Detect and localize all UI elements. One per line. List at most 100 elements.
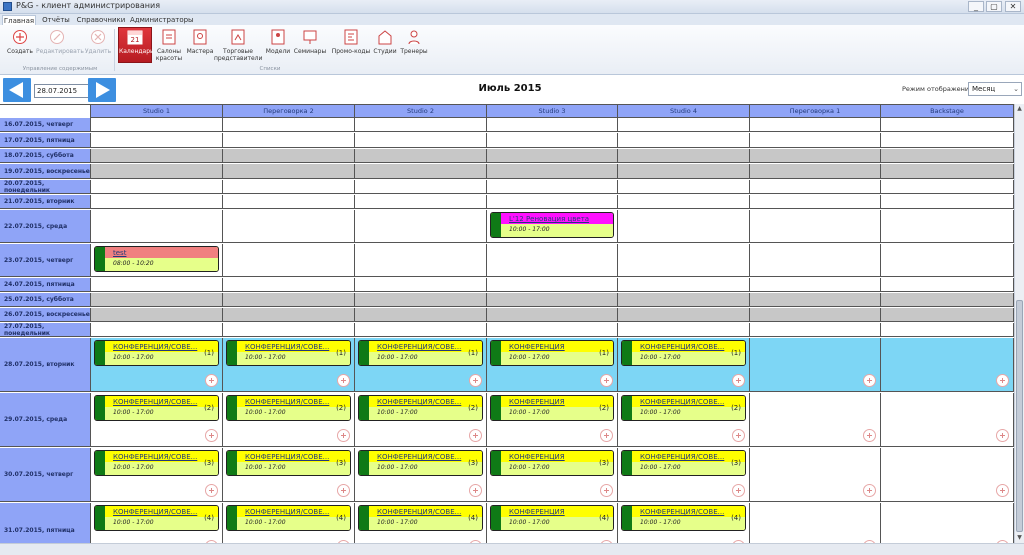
- event-title[interactable]: КОНФЕРЕНЦИЯ/СОВЕ...: [377, 508, 461, 516]
- event-card[interactable]: КОНФЕРЕНЦИЯ/СОВЕ... 10:00 - 17:00 (2): [621, 395, 746, 421]
- maximize-button[interactable]: ▢: [986, 1, 1002, 12]
- event-title[interactable]: test: [113, 249, 126, 257]
- event-title[interactable]: КОНФЕРЕНЦИЯ/СОВЕ...: [245, 453, 329, 461]
- minimize-button[interactable]: _: [968, 1, 984, 12]
- calendar-cell[interactable]: [487, 278, 618, 291]
- event-card[interactable]: КОНФЕРЕНЦИЯ/СОВЕ... 10:00 - 17:00 (3): [621, 450, 746, 476]
- calendar-cell[interactable]: [750, 293, 881, 306]
- tab-references[interactable]: Справочники: [76, 15, 126, 25]
- calendar-cell[interactable]: [355, 164, 487, 178]
- promo-codes-button[interactable]: Промо-коды: [330, 28, 372, 64]
- create-button[interactable]: Создать: [2, 28, 38, 64]
- calendar-cell[interactable]: [881, 149, 1014, 162]
- event-title[interactable]: КОНФЕРЕНЦИЯ/СОВЕ...: [245, 343, 329, 351]
- event-title[interactable]: КОНФЕРЕНЦИЯ: [509, 343, 565, 351]
- add-event-icon[interactable]: [469, 374, 482, 387]
- calendar-cell[interactable]: [91, 210, 223, 242]
- event-title[interactable]: КОНФЕРЕНЦИЯ/СОВЕ...: [113, 343, 197, 351]
- calendar-cell[interactable]: [750, 278, 881, 291]
- delete-button[interactable]: Удалить: [80, 28, 116, 64]
- calendar-cell[interactable]: [750, 133, 881, 147]
- calendar-cell[interactable]: [618, 180, 750, 193]
- event-title[interactable]: КОНФЕРЕНЦИЯ/СОВЕ...: [113, 453, 197, 461]
- event-title[interactable]: КОНФЕРЕНЦИЯ/СОВЕ...: [245, 508, 329, 516]
- scroll-up-icon[interactable]: ▲: [1016, 105, 1023, 113]
- calendar-cell[interactable]: [618, 133, 750, 147]
- event-card[interactable]: КОНФЕРЕНЦИЯ/СОВЕ... 10:00 - 17:00 (4): [94, 505, 219, 531]
- event-card[interactable]: КОНФЕРЕНЦИЯ 10:00 - 17:00 (3): [490, 450, 614, 476]
- event-title[interactable]: КОНФЕРЕНЦИЯ/СОВЕ...: [113, 398, 197, 406]
- calendar-cell[interactable]: [750, 164, 881, 178]
- salons-button[interactable]: Салоны красоты: [154, 28, 184, 64]
- calendar-cell[interactable]: [91, 308, 223, 321]
- calendar-cell[interactable]: [750, 195, 881, 208]
- event-card[interactable]: КОНФЕРЕНЦИЯ/СОВЕ... 10:00 - 17:00 (1): [94, 340, 219, 366]
- add-event-icon[interactable]: [205, 484, 218, 497]
- calendar-cell[interactable]: [618, 278, 750, 291]
- calendar-cell[interactable]: [355, 180, 487, 193]
- calendar-cell[interactable]: [881, 393, 1014, 446]
- calendar-cell[interactable]: [355, 210, 487, 242]
- calendar-cell[interactable]: [750, 210, 881, 242]
- calendar-cell[interactable]: [487, 293, 618, 306]
- event-card[interactable]: КОНФЕРЕНЦИЯ/СОВЕ... 10:00 - 17:00 (3): [226, 450, 351, 476]
- event-title[interactable]: КОНФЕРЕНЦИЯ/СОВЕ...: [640, 453, 724, 461]
- calendar-cell[interactable]: [223, 195, 355, 208]
- calendar-cell[interactable]: [487, 308, 618, 321]
- event-title[interactable]: КОНФЕРЕНЦИЯ/СОВЕ...: [113, 508, 197, 516]
- seminars-button[interactable]: Семинары: [292, 28, 328, 64]
- add-event-icon[interactable]: [337, 374, 350, 387]
- add-event-icon[interactable]: [996, 484, 1009, 497]
- calendar-cell[interactable]: [223, 149, 355, 162]
- add-event-icon[interactable]: [205, 374, 218, 387]
- event-card[interactable]: L'12 Реновация цвета 10:00 - 17:00: [490, 212, 614, 238]
- event-card[interactable]: КОНФЕРЕНЦИЯ/СОВЕ... 10:00 - 17:00 (2): [94, 395, 219, 421]
- add-event-icon[interactable]: [996, 429, 1009, 442]
- event-title[interactable]: КОНФЕРЕНЦИЯ: [509, 398, 565, 406]
- calendar-cell[interactable]: [881, 133, 1014, 147]
- calendar-cell[interactable]: [618, 149, 750, 162]
- calendar-cell[interactable]: [750, 244, 881, 276]
- calendar-cell[interactable]: [618, 308, 750, 321]
- event-title[interactable]: L'12 Реновация цвета: [509, 215, 589, 223]
- event-card[interactable]: КОНФЕРЕНЦИЯ 10:00 - 17:00 (2): [490, 395, 614, 421]
- calendar-cell[interactable]: [881, 210, 1014, 242]
- event-card[interactable]: КОНФЕРЕНЦИЯ/СОВЕ... 10:00 - 17:00 (4): [358, 505, 483, 531]
- calendar-cell[interactable]: [355, 278, 487, 291]
- event-card[interactable]: КОНФЕРЕНЦИЯ/СОВЕ... 10:00 - 17:00 (3): [358, 450, 483, 476]
- calendar-cell[interactable]: [881, 448, 1014, 501]
- vertical-scrollbar[interactable]: ▲ ▼: [1014, 104, 1024, 543]
- calendar-cell[interactable]: [618, 195, 750, 208]
- sales-reps-button[interactable]: Торговые представители: [214, 28, 262, 64]
- calendar-cell[interactable]: [750, 338, 881, 391]
- event-card[interactable]: КОНФЕРЕНЦИЯ 10:00 - 17:00 (1): [490, 340, 614, 366]
- calendar-cell[interactable]: [91, 180, 223, 193]
- add-event-icon[interactable]: [469, 484, 482, 497]
- event-card[interactable]: КОНФЕРЕНЦИЯ/СОВЕ... 10:00 - 17:00 (1): [621, 340, 746, 366]
- trainers-button[interactable]: Тренеры: [398, 28, 430, 64]
- calendar-cell[interactable]: [881, 503, 1014, 543]
- add-event-icon[interactable]: [732, 429, 745, 442]
- event-card[interactable]: КОНФЕРЕНЦИЯ/СОВЕ... 10:00 - 17:00 (1): [226, 340, 351, 366]
- event-title[interactable]: КОНФЕРЕНЦИЯ/СОВЕ...: [640, 398, 724, 406]
- calendar-cell[interactable]: [618, 244, 750, 276]
- event-card[interactable]: КОНФЕРЕНЦИЯ/СОВЕ... 10:00 - 17:00 (4): [226, 505, 351, 531]
- event-card[interactable]: КОНФЕРЕНЦИЯ/СОВЕ... 10:00 - 17:00 (2): [358, 395, 483, 421]
- calendar-cell[interactable]: [881, 338, 1014, 391]
- event-card[interactable]: КОНФЕРЕНЦИЯ/СОВЕ... 10:00 - 17:00 (4): [621, 505, 746, 531]
- add-event-icon[interactable]: [600, 374, 613, 387]
- masters-button[interactable]: Мастера: [186, 28, 214, 64]
- event-title[interactable]: КОНФЕРЕНЦИЯ/СОВЕ...: [640, 508, 724, 516]
- edit-button[interactable]: Редактировать: [36, 28, 84, 64]
- calendar-cell[interactable]: [618, 164, 750, 178]
- calendar-cell[interactable]: [618, 118, 750, 131]
- calendar-cell[interactable]: [91, 293, 223, 306]
- calendar-cell[interactable]: [750, 323, 881, 336]
- calendar-cell[interactable]: [355, 195, 487, 208]
- calendar-cell[interactable]: [223, 164, 355, 178]
- calendar-cell[interactable]: [223, 308, 355, 321]
- calendar-cell[interactable]: [881, 308, 1014, 321]
- calendar-cell[interactable]: [881, 118, 1014, 131]
- event-card[interactable]: test 08:00 - 10:20: [94, 246, 219, 272]
- calendar-cell[interactable]: [91, 278, 223, 291]
